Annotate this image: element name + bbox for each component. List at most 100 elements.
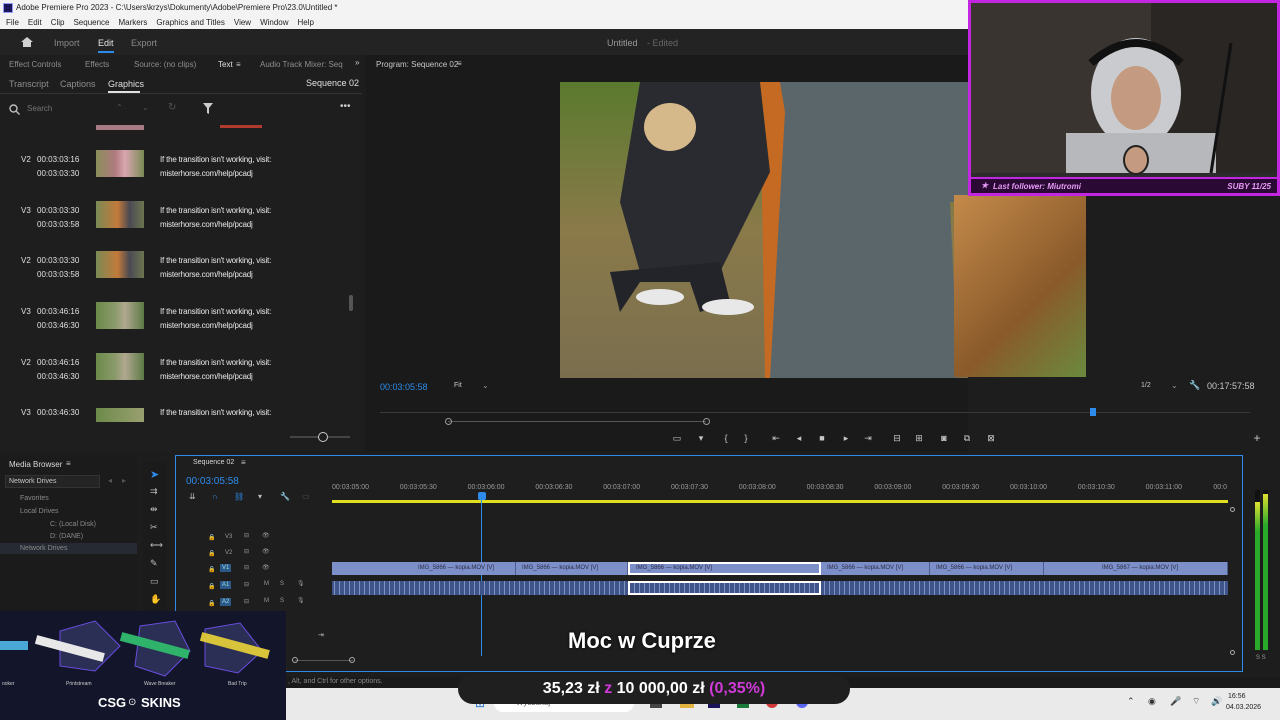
more-tabs-icon[interactable]: »	[355, 58, 359, 67]
lock-icon[interactable]: 🔒	[208, 534, 215, 541]
add-marker-timeline-icon[interactable]: ▾	[258, 492, 262, 501]
rectangle-tool-icon[interactable]: ▭	[150, 576, 159, 587]
proxy-toggle-icon[interactable]: ⊠	[986, 433, 996, 443]
go-to-out-icon[interactable]: ⇥	[863, 433, 873, 443]
tab-effects[interactable]: Effects	[85, 60, 109, 69]
lock-icon[interactable]: 🔒	[208, 566, 215, 573]
mic-icon[interactable]: 🎙	[297, 597, 305, 604]
tab-source[interactable]: Source: (no clips)	[134, 60, 196, 69]
selection-tool-icon[interactable]: ➤	[150, 468, 159, 481]
add-marker-icon[interactable]: ▾	[696, 433, 706, 443]
ripple-edit-tool-icon[interactable]: ⇹	[150, 504, 158, 515]
hand-tool-icon[interactable]: ✋	[150, 594, 161, 605]
next-result-icon[interactable]: ⌄	[142, 103, 149, 112]
timeline-menu-icon[interactable]: ≡	[241, 458, 246, 467]
timeline-title[interactable]: Sequence 02	[193, 459, 234, 466]
mic-icon[interactable]: 🎙	[297, 580, 305, 587]
timeline-zoom-right[interactable]	[349, 657, 355, 663]
extract-icon[interactable]: ⊞	[914, 433, 924, 443]
settings-wrench-icon[interactable]: 🔧	[1189, 380, 1200, 391]
resolution-dropdown[interactable]: 1/2	[1141, 382, 1151, 389]
mute-icon[interactable]: M	[264, 598, 269, 604]
timeline-settings-icon[interactable]: 🔧	[280, 492, 290, 501]
track-v2-label[interactable]: V2	[223, 549, 234, 557]
forward-icon[interactable]: ▸	[122, 476, 126, 485]
timeline-ruler[interactable]: 00:03:05:00 00:03:05:30 00:03:06:00 00:03:0…	[332, 478, 1228, 500]
video-clip[interactable]: IMG_5866 — kopia.MOV [V]	[930, 562, 1044, 575]
back-icon[interactable]: ◂	[108, 476, 112, 485]
tab-text[interactable]: Text	[218, 60, 233, 69]
razor-tool-icon[interactable]: ✂	[150, 522, 158, 533]
video-clip[interactable]: IMG_5866 — kopia.MOV [V]	[821, 562, 930, 575]
linked-selection-icon[interactable]: ⛓	[234, 492, 244, 501]
eye-icon[interactable]: 👁	[262, 548, 270, 555]
menu-graphics[interactable]: Graphics and Titles	[156, 16, 224, 29]
prev-result-icon[interactable]: ⌃	[116, 103, 123, 112]
program-timecode[interactable]: 00:03:05:58	[380, 382, 428, 392]
list-item[interactable]: V3 00:03:46:16 00:03:46:30 If the transi…	[0, 302, 350, 357]
mark-out-icon[interactable]: }	[741, 433, 751, 443]
tray-chevron-icon[interactable]: ⌃	[1127, 696, 1135, 707]
list-item[interactable]: V2 00:03:03:30 00:03:03:58 If the transi…	[0, 251, 350, 306]
search-input[interactable]	[27, 101, 107, 115]
tray-app-icon[interactable]: ◉	[1148, 696, 1156, 707]
scroll-marker[interactable]	[1230, 650, 1235, 655]
tab-audio-mixer[interactable]: Audio Track Mixer: Seq	[260, 60, 343, 69]
media-browser-menu-icon[interactable]: ≡	[66, 459, 71, 468]
track-a1-label[interactable]: A1	[220, 581, 232, 589]
zoom-bar-left-handle[interactable]	[445, 418, 452, 425]
list-item[interactable]: V3 00:03:03:30 00:03:03:58 If the transi…	[0, 201, 350, 256]
track-a2-label[interactable]: A2	[220, 598, 232, 606]
video-clip[interactable]: IMG_5866 — kopia.MOV [V]	[332, 562, 516, 575]
menu-help[interactable]: Help	[298, 16, 314, 29]
lift-icon[interactable]: ⊟	[892, 433, 902, 443]
clock-time[interactable]: 16:56	[1228, 693, 1246, 700]
zoom-slider-handle[interactable]	[318, 432, 328, 442]
slip-tool-icon[interactable]: ⟷	[150, 540, 163, 551]
fit-chevron-icon[interactable]: ⌄	[482, 381, 489, 390]
eye-icon[interactable]: 👁	[262, 532, 270, 539]
menu-markers[interactable]: Markers	[119, 16, 148, 29]
tree-c-drive[interactable]: C: (Local Disk)	[50, 521, 96, 528]
wifi-icon[interactable]: ⌔	[1192, 696, 1200, 707]
timeline-zoom-left[interactable]	[292, 657, 298, 663]
list-item[interactable]: V2 00:03:46:16 00:03:46:30 If the transi…	[0, 353, 350, 408]
program-playhead[interactable]	[1090, 408, 1096, 416]
add-button-icon[interactable]: +	[1252, 432, 1262, 444]
media-browser-title[interactable]: Media Browser	[9, 460, 62, 469]
tab-transcript[interactable]: Transcript	[9, 79, 49, 89]
track-expand-icon[interactable]: ⇥	[318, 631, 324, 639]
snap-icon[interactable]: ∩	[212, 492, 218, 501]
resolution-chevron-icon[interactable]: ⌄	[1171, 381, 1178, 390]
tab-import[interactable]: Import	[54, 38, 80, 48]
comparison-view-icon[interactable]: ⧉	[962, 433, 972, 443]
lock-icon[interactable]: 🔒	[208, 600, 215, 607]
timeline-timecode[interactable]: 00:03:05:58	[186, 476, 239, 487]
export-frame-icon[interactable]: ◙	[939, 433, 949, 443]
list-item[interactable]: V2 00:03:03:16 00:03:03:30 If the transi…	[0, 150, 350, 205]
track-v1-label[interactable]: V1	[220, 564, 232, 572]
more-options-icon[interactable]: •••	[340, 101, 351, 112]
tab-edit[interactable]: Edit	[98, 38, 114, 48]
zoom-bar[interactable]	[448, 421, 706, 422]
sync-lock-icon[interactable]: ⊟	[244, 532, 249, 539]
location-dropdown[interactable]: Network Drives	[5, 475, 100, 488]
program-menu-icon[interactable]: ≡	[457, 59, 462, 68]
list-item[interactable]: V3 00:03:46:30 If the transition isn't w…	[0, 408, 350, 422]
solo-icon[interactable]: S	[280, 598, 284, 604]
menu-edit[interactable]: Edit	[28, 16, 42, 29]
tab-captions[interactable]: Captions	[60, 79, 96, 89]
sync-lock-icon[interactable]: ⊟	[244, 564, 249, 571]
mute-icon[interactable]: M	[264, 581, 269, 587]
timeline-playhead-handle[interactable]	[478, 492, 486, 500]
track-v3-label[interactable]: V3	[223, 533, 234, 541]
captions-toggle-icon[interactable]: ▭	[302, 492, 310, 501]
home-icon[interactable]	[21, 37, 33, 47]
menu-view[interactable]: View	[234, 16, 251, 29]
panel-menu-icon[interactable]: ≡	[236, 60, 241, 69]
fit-dropdown[interactable]: Fit	[454, 382, 462, 389]
menu-window[interactable]: Window	[260, 16, 288, 29]
scroll-marker[interactable]	[1230, 507, 1235, 512]
mark-in-icon[interactable]: {	[721, 433, 731, 443]
go-to-in-icon[interactable]: ⇤	[771, 433, 781, 443]
